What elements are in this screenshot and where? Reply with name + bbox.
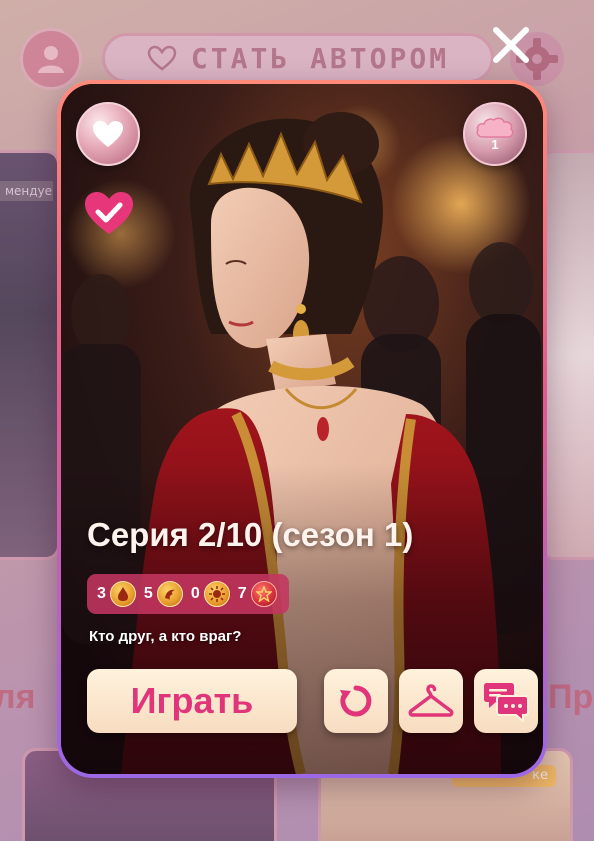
stat-star: 7 — [238, 581, 277, 607]
hanger-icon — [408, 684, 454, 717]
comments-button[interactable] — [474, 669, 538, 733]
episode-title: Серия 2/10 (сезон 1) — [87, 516, 414, 553]
stat-value: 0 — [190, 585, 200, 602]
dragon-coin-icon — [156, 581, 183, 607]
favorite-button[interactable] — [76, 102, 140, 166]
stat-value: 5 — [143, 585, 153, 602]
star-coin-icon — [250, 581, 277, 607]
heart-icon — [93, 121, 123, 147]
stat-dragon: 5 — [144, 581, 183, 607]
close-icon — [493, 27, 529, 63]
episode-card: 1 Серия 2/10 (сезон 1) 3 5 0 7 Кто друг,… — [57, 80, 547, 778]
close-button[interactable] — [488, 22, 534, 68]
heart-check-icon — [85, 192, 133, 234]
restart-icon — [340, 685, 372, 717]
choice-stats: 3 5 0 7 — [87, 574, 289, 614]
episode-subtitle: Кто друг, а кто враг? — [89, 628, 242, 645]
stat-value: 3 — [97, 585, 106, 602]
currency-counter[interactable]: 1 — [463, 102, 527, 166]
chat-icon — [484, 683, 529, 722]
stat-sun: 0 — [191, 581, 230, 607]
wardrobe-button[interactable] — [399, 669, 463, 733]
play-button[interactable]: Играть — [87, 669, 297, 733]
play-button-label: Играть — [130, 680, 254, 721]
currency-count: 1 — [491, 136, 499, 152]
stat-drop: 3 — [97, 581, 136, 607]
drop-coin-icon — [109, 581, 136, 607]
sun-coin-icon — [203, 581, 230, 607]
restart-button[interactable] — [324, 669, 388, 733]
stat-value: 7 — [237, 585, 247, 602]
cloud-icon — [476, 117, 514, 138]
liked-indicator — [81, 188, 137, 238]
